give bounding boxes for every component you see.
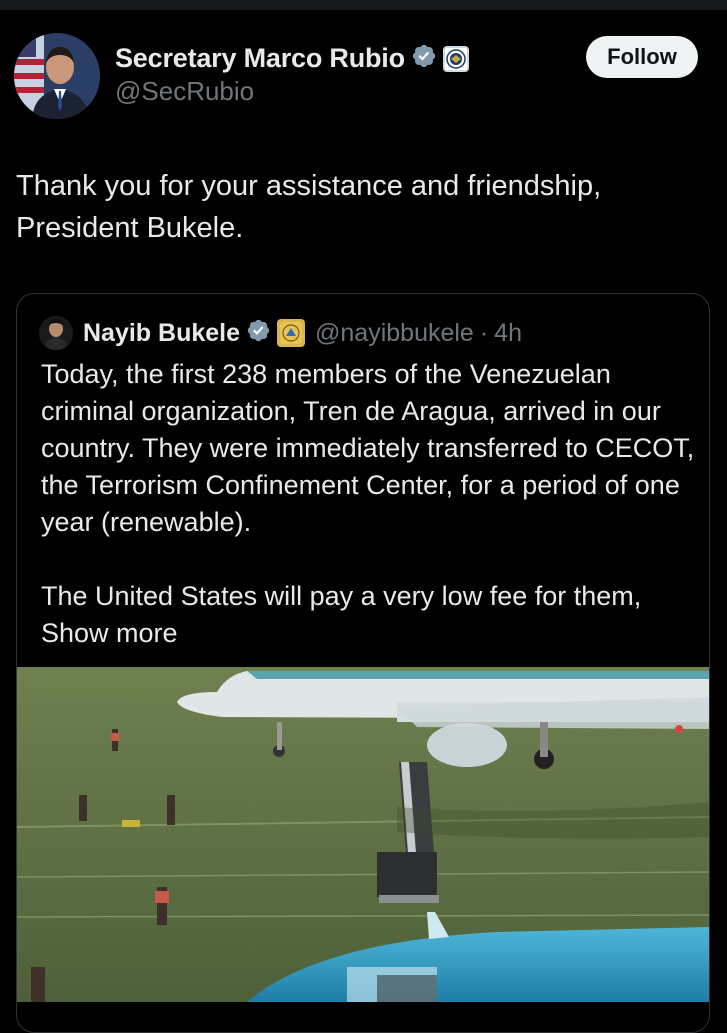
author-handle[interactable]: @SecRubio (115, 76, 254, 107)
quoted-tweet-text: Today, the first 238 members of the Vene… (41, 356, 701, 652)
state-department-seal-icon (442, 45, 469, 72)
author-avatar[interactable] (14, 33, 100, 119)
verified-badge-icon (246, 318, 271, 348)
quoted-media-image[interactable] (17, 667, 709, 1002)
quoted-author-handle[interactable]: @nayibbukele (315, 319, 474, 348)
top-bar (0, 0, 727, 10)
verified-badge-icon (411, 43, 437, 74)
tweet-header: Secretary Marco Rubio @SecRubio Follow (0, 10, 727, 130)
show-more-link[interactable]: Show more (41, 618, 178, 648)
quoted-tweet-header: Nayib Bukele @nayibbukele · 4h (39, 316, 522, 350)
el-salvador-seal-icon (277, 319, 306, 347)
author-name-row: Secretary Marco Rubio (115, 43, 469, 74)
quoted-author-avatar[interactable] (39, 316, 73, 350)
quoted-author-name[interactable]: Nayib Bukele (83, 319, 240, 348)
quoted-timestamp[interactable]: 4h (494, 319, 522, 348)
follow-button[interactable]: Follow (586, 36, 698, 78)
quoted-tweet-card[interactable]: Nayib Bukele @nayibbukele · 4h Today, th… (16, 293, 710, 1033)
separator-dot: · (479, 318, 489, 347)
tweet-text: Thank you for your assistance and friend… (16, 170, 602, 244)
quoted-body-text: Today, the first 238 members of the Vene… (41, 359, 695, 611)
author-display-name[interactable]: Secretary Marco Rubio (115, 43, 405, 74)
